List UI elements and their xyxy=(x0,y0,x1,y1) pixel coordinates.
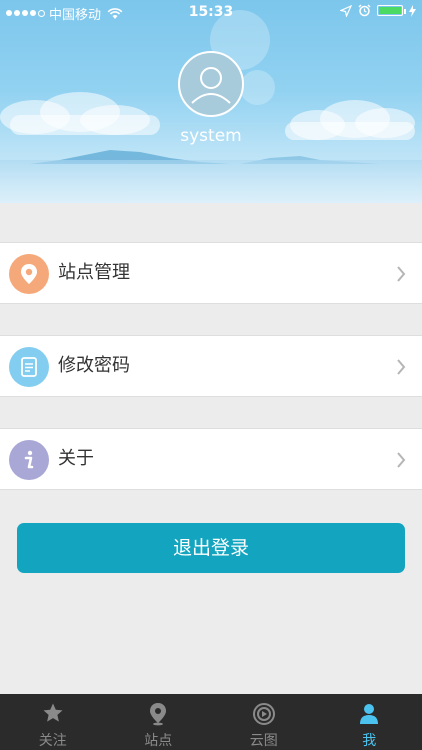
star-icon xyxy=(43,703,63,722)
avatar[interactable] xyxy=(178,51,244,117)
chevron-right-icon xyxy=(397,359,406,375)
tab-me[interactable]: 我 xyxy=(317,694,422,750)
status-bar: 中国移动 15:33 xyxy=(0,0,422,24)
cloud-map-icon xyxy=(252,703,275,725)
tab-follow[interactable]: 关注 xyxy=(0,694,106,750)
username: system xyxy=(180,126,242,146)
water-reflection xyxy=(0,160,422,203)
sun-glow xyxy=(240,70,275,105)
user-avatar-icon xyxy=(191,67,231,104)
charging-icon xyxy=(409,4,416,17)
tab-bar: 关注 站点 云图 我 xyxy=(0,694,422,750)
logout-button[interactable]: 退出登录 xyxy=(17,523,405,573)
menu-item-change-password[interactable]: 修改密码 xyxy=(0,335,422,397)
chevron-right-icon xyxy=(397,452,406,468)
menu-item-about[interactable]: 关于 xyxy=(0,428,422,490)
tab-label: 我 xyxy=(362,733,377,749)
menu-item-site-management[interactable]: 站点管理 xyxy=(0,242,422,304)
info-icon xyxy=(9,440,49,480)
document-icon xyxy=(9,347,49,387)
tab-sites[interactable]: 站点 xyxy=(106,694,212,750)
tab-cloud-map[interactable]: 云图 xyxy=(211,694,317,750)
menu-label: 修改密码 xyxy=(58,355,130,376)
tab-label: 关注 xyxy=(38,733,67,749)
location-pin-icon xyxy=(150,703,167,726)
tab-label: 站点 xyxy=(144,733,173,749)
battery-icon xyxy=(377,5,406,16)
chevron-right-icon xyxy=(397,266,406,282)
person-icon xyxy=(360,704,379,724)
tab-label: 云图 xyxy=(249,733,278,749)
profile-header: 中国移动 15:33 system xyxy=(0,0,422,203)
menu-label: 关于 xyxy=(58,448,94,469)
alarm-icon xyxy=(358,4,371,17)
location-pin-icon xyxy=(9,254,49,294)
location-arrow-icon xyxy=(340,4,352,17)
menu-label: 站点管理 xyxy=(58,262,130,283)
